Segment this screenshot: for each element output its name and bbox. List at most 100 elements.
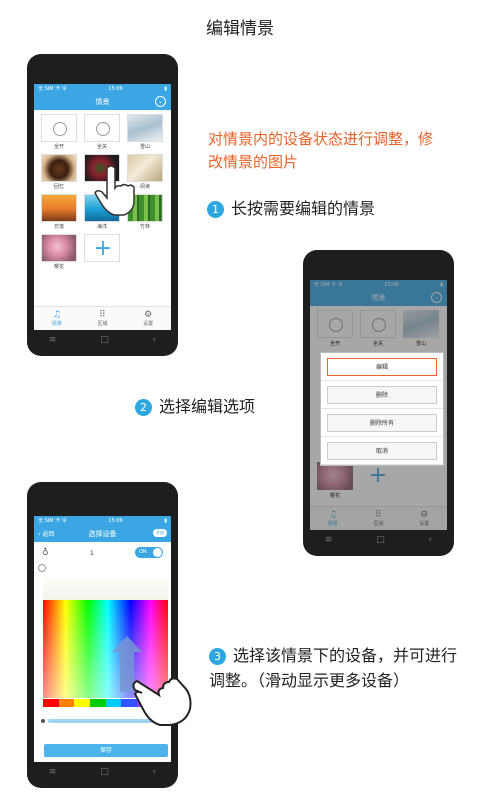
phone-screen: 无 SIM 卡 令 15:06 ▮ 情景 ⌄ 全开 全关 雪山 樱花 + ♫ 情景… bbox=[310, 280, 447, 530]
back-label: 返回 bbox=[42, 531, 55, 538]
back-key-icon[interactable]: ‹ bbox=[152, 767, 156, 777]
scene-image-flower bbox=[41, 234, 77, 262]
color-swatch[interactable] bbox=[58, 699, 75, 707]
status-time: 15:06 bbox=[108, 85, 123, 92]
color-swatch[interactable] bbox=[89, 699, 106, 707]
tab-areas[interactable]: ⠿ 区域 bbox=[97, 310, 107, 327]
battery-icon: ▮ bbox=[164, 85, 167, 92]
color-swatch[interactable] bbox=[74, 699, 90, 707]
add-scene-tile: + bbox=[84, 234, 120, 262]
scene-image-coffee bbox=[41, 154, 77, 182]
nav-title: 选择设备 bbox=[88, 529, 117, 538]
tab-label: 区域 bbox=[97, 321, 108, 327]
home-key-icon[interactable]: □ bbox=[100, 767, 109, 777]
scene-label: 全关 bbox=[96, 144, 107, 150]
gear-icon: ⚙ bbox=[144, 310, 153, 320]
scene-item[interactable]: 全关 bbox=[84, 114, 120, 150]
context-menu: 编辑 删除 删除所有 取消 bbox=[320, 352, 444, 466]
bulb-icon: ♁ bbox=[42, 548, 49, 558]
home-key-icon[interactable]: □ bbox=[100, 335, 109, 345]
tab-bar: ♫ 情景 ⠿ 区域 ⚙ 设置 bbox=[34, 306, 171, 330]
scene-label: 回忆 bbox=[53, 184, 64, 190]
enable-toggle[interactable]: 开启 bbox=[153, 529, 167, 537]
soft-keys: ≡ □ ‹ bbox=[27, 335, 178, 345]
device-row[interactable]: ♁ 1 ON bbox=[34, 544, 171, 562]
nav-bar: ‹ 返回 选择设备 开启 bbox=[34, 525, 171, 542]
scene-label: 海洋 bbox=[96, 224, 107, 230]
nav-bar: 情景 ⌄ bbox=[34, 93, 171, 110]
nav-title: 情景 bbox=[95, 97, 110, 106]
status-time: 15:06 bbox=[108, 517, 123, 524]
step-3: 3 选择该情景下的设备，并可进行调整。（滑动显示更多设备） bbox=[209, 643, 459, 693]
tab-settings[interactable]: ⚙ 设置 bbox=[143, 310, 153, 327]
add-scene-button[interactable]: + bbox=[84, 234, 120, 270]
menu-item-delete-all[interactable]: 删除所有 bbox=[321, 409, 443, 437]
grid-icon: ⠿ bbox=[99, 310, 106, 320]
carrier-text: 无 SIM 卡 令 bbox=[38, 518, 67, 524]
scene-item[interactable]: 回忆 bbox=[41, 154, 77, 190]
step-1: 1 长按需要编辑的情景 bbox=[207, 196, 375, 221]
scene-item[interactable]: 雪山 bbox=[127, 114, 163, 150]
soft-keys: ≡ □ ‹ bbox=[27, 767, 178, 777]
back-key-icon[interactable]: ‹ bbox=[152, 335, 156, 345]
scene-label: 樱花 bbox=[53, 264, 64, 270]
phone-menu: 无 SIM 卡 令 15:06 ▮ 情景 ⌄ 全开 全关 雪山 樱花 + ♫ 情景… bbox=[303, 250, 454, 556]
brightness-area[interactable] bbox=[43, 572, 168, 600]
step-2-badge: 2 bbox=[135, 399, 152, 416]
step-3-badge: 3 bbox=[209, 648, 226, 665]
hand-pointer-icon bbox=[94, 165, 135, 216]
status-bar: 无 SIM 卡 令 15:06 ▮ bbox=[34, 84, 171, 93]
back-button[interactable]: ‹ 返回 bbox=[38, 529, 54, 538]
page-title: 编辑情景 bbox=[206, 19, 274, 39]
menu-item-label: 删除所有 bbox=[327, 413, 437, 432]
bulb-icon bbox=[84, 114, 120, 142]
hand-pointer-icon bbox=[132, 677, 192, 726]
arrow-up-icon bbox=[112, 636, 142, 652]
battery-icon: ▮ bbox=[164, 517, 167, 524]
menu-key-icon[interactable]: ≡ bbox=[49, 335, 57, 345]
device-on-toggle[interactable]: ON bbox=[135, 547, 163, 558]
step-1-text: 长按需要编辑的情景 bbox=[231, 199, 376, 218]
menu-item-cancel[interactable]: 取消 bbox=[321, 437, 443, 465]
color-swatch[interactable] bbox=[43, 699, 59, 707]
carrier-text: 无 SIM 卡 令 bbox=[38, 86, 67, 92]
menu-item-label: 取消 bbox=[327, 441, 437, 460]
music-note-icon: ♫ bbox=[52, 310, 61, 320]
plus-icon: + bbox=[93, 236, 113, 261]
menu-item-label: 删除 bbox=[327, 385, 437, 404]
menu-item-edit[interactable]: 编辑 bbox=[321, 353, 443, 381]
scene-label: 竹林 bbox=[139, 224, 150, 230]
status-bar: 无 SIM 卡 令 15:06 ▮ bbox=[34, 516, 171, 525]
scene-image-snow bbox=[127, 114, 163, 142]
light-bulb-marker-icon bbox=[38, 564, 46, 572]
color-swatch[interactable] bbox=[105, 699, 122, 707]
step-2-text: 选择编辑选项 bbox=[159, 397, 256, 416]
phone-scenes: 无 SIM 卡 令 15:06 ▮ 情景 ⌄ 全开 全关 雪山 回忆 阅读 日落… bbox=[27, 54, 178, 356]
slider-dot bbox=[41, 719, 45, 723]
phone-device-select: 无 SIM 卡 令 15:06 ▮ ‹ 返回 选择设备 开启 ♁ 1 ON 保存… bbox=[27, 482, 192, 788]
bulb-icon bbox=[41, 114, 77, 142]
scene-label: 日落 bbox=[53, 224, 64, 230]
tab-label: 情景 bbox=[51, 321, 62, 327]
soft-keys: ≡ □ ‹ bbox=[303, 535, 454, 545]
tab-scenes[interactable]: ♫ 情景 bbox=[52, 310, 62, 327]
menu-key-icon[interactable]: ≡ bbox=[325, 535, 333, 545]
step-1-badge: 1 bbox=[207, 201, 224, 218]
dropdown-icon[interactable]: ⌄ bbox=[155, 96, 166, 107]
scene-image-sunset bbox=[41, 194, 77, 222]
scene-item[interactable]: 全开 bbox=[41, 114, 77, 150]
save-button[interactable]: 保存 bbox=[44, 744, 168, 757]
tutorial-page: 编辑情景 无 SIM 卡 令 15:06 ▮ 情景 ⌄ 全开 全关 雪山 回忆 … bbox=[0, 0, 480, 800]
menu-item-label: 编辑 bbox=[327, 357, 437, 376]
device-number: 1 bbox=[90, 549, 94, 557]
scene-label: 雪山 bbox=[139, 144, 150, 150]
home-key-icon[interactable]: □ bbox=[376, 535, 385, 545]
scene-item[interactable]: 日落 bbox=[41, 194, 77, 230]
scene-item[interactable]: 樱花 bbox=[41, 234, 77, 270]
edit-scene-description: 对情景内的设备状态进行调整，修改情景的图片 bbox=[208, 130, 434, 171]
menu-key-icon[interactable]: ≡ bbox=[49, 767, 57, 777]
back-key-icon[interactable]: ‹ bbox=[428, 535, 432, 545]
menu-item-delete[interactable]: 删除 bbox=[321, 381, 443, 409]
step-2: 2 选择编辑选项 bbox=[135, 394, 255, 419]
tab-label: 设置 bbox=[143, 321, 154, 327]
